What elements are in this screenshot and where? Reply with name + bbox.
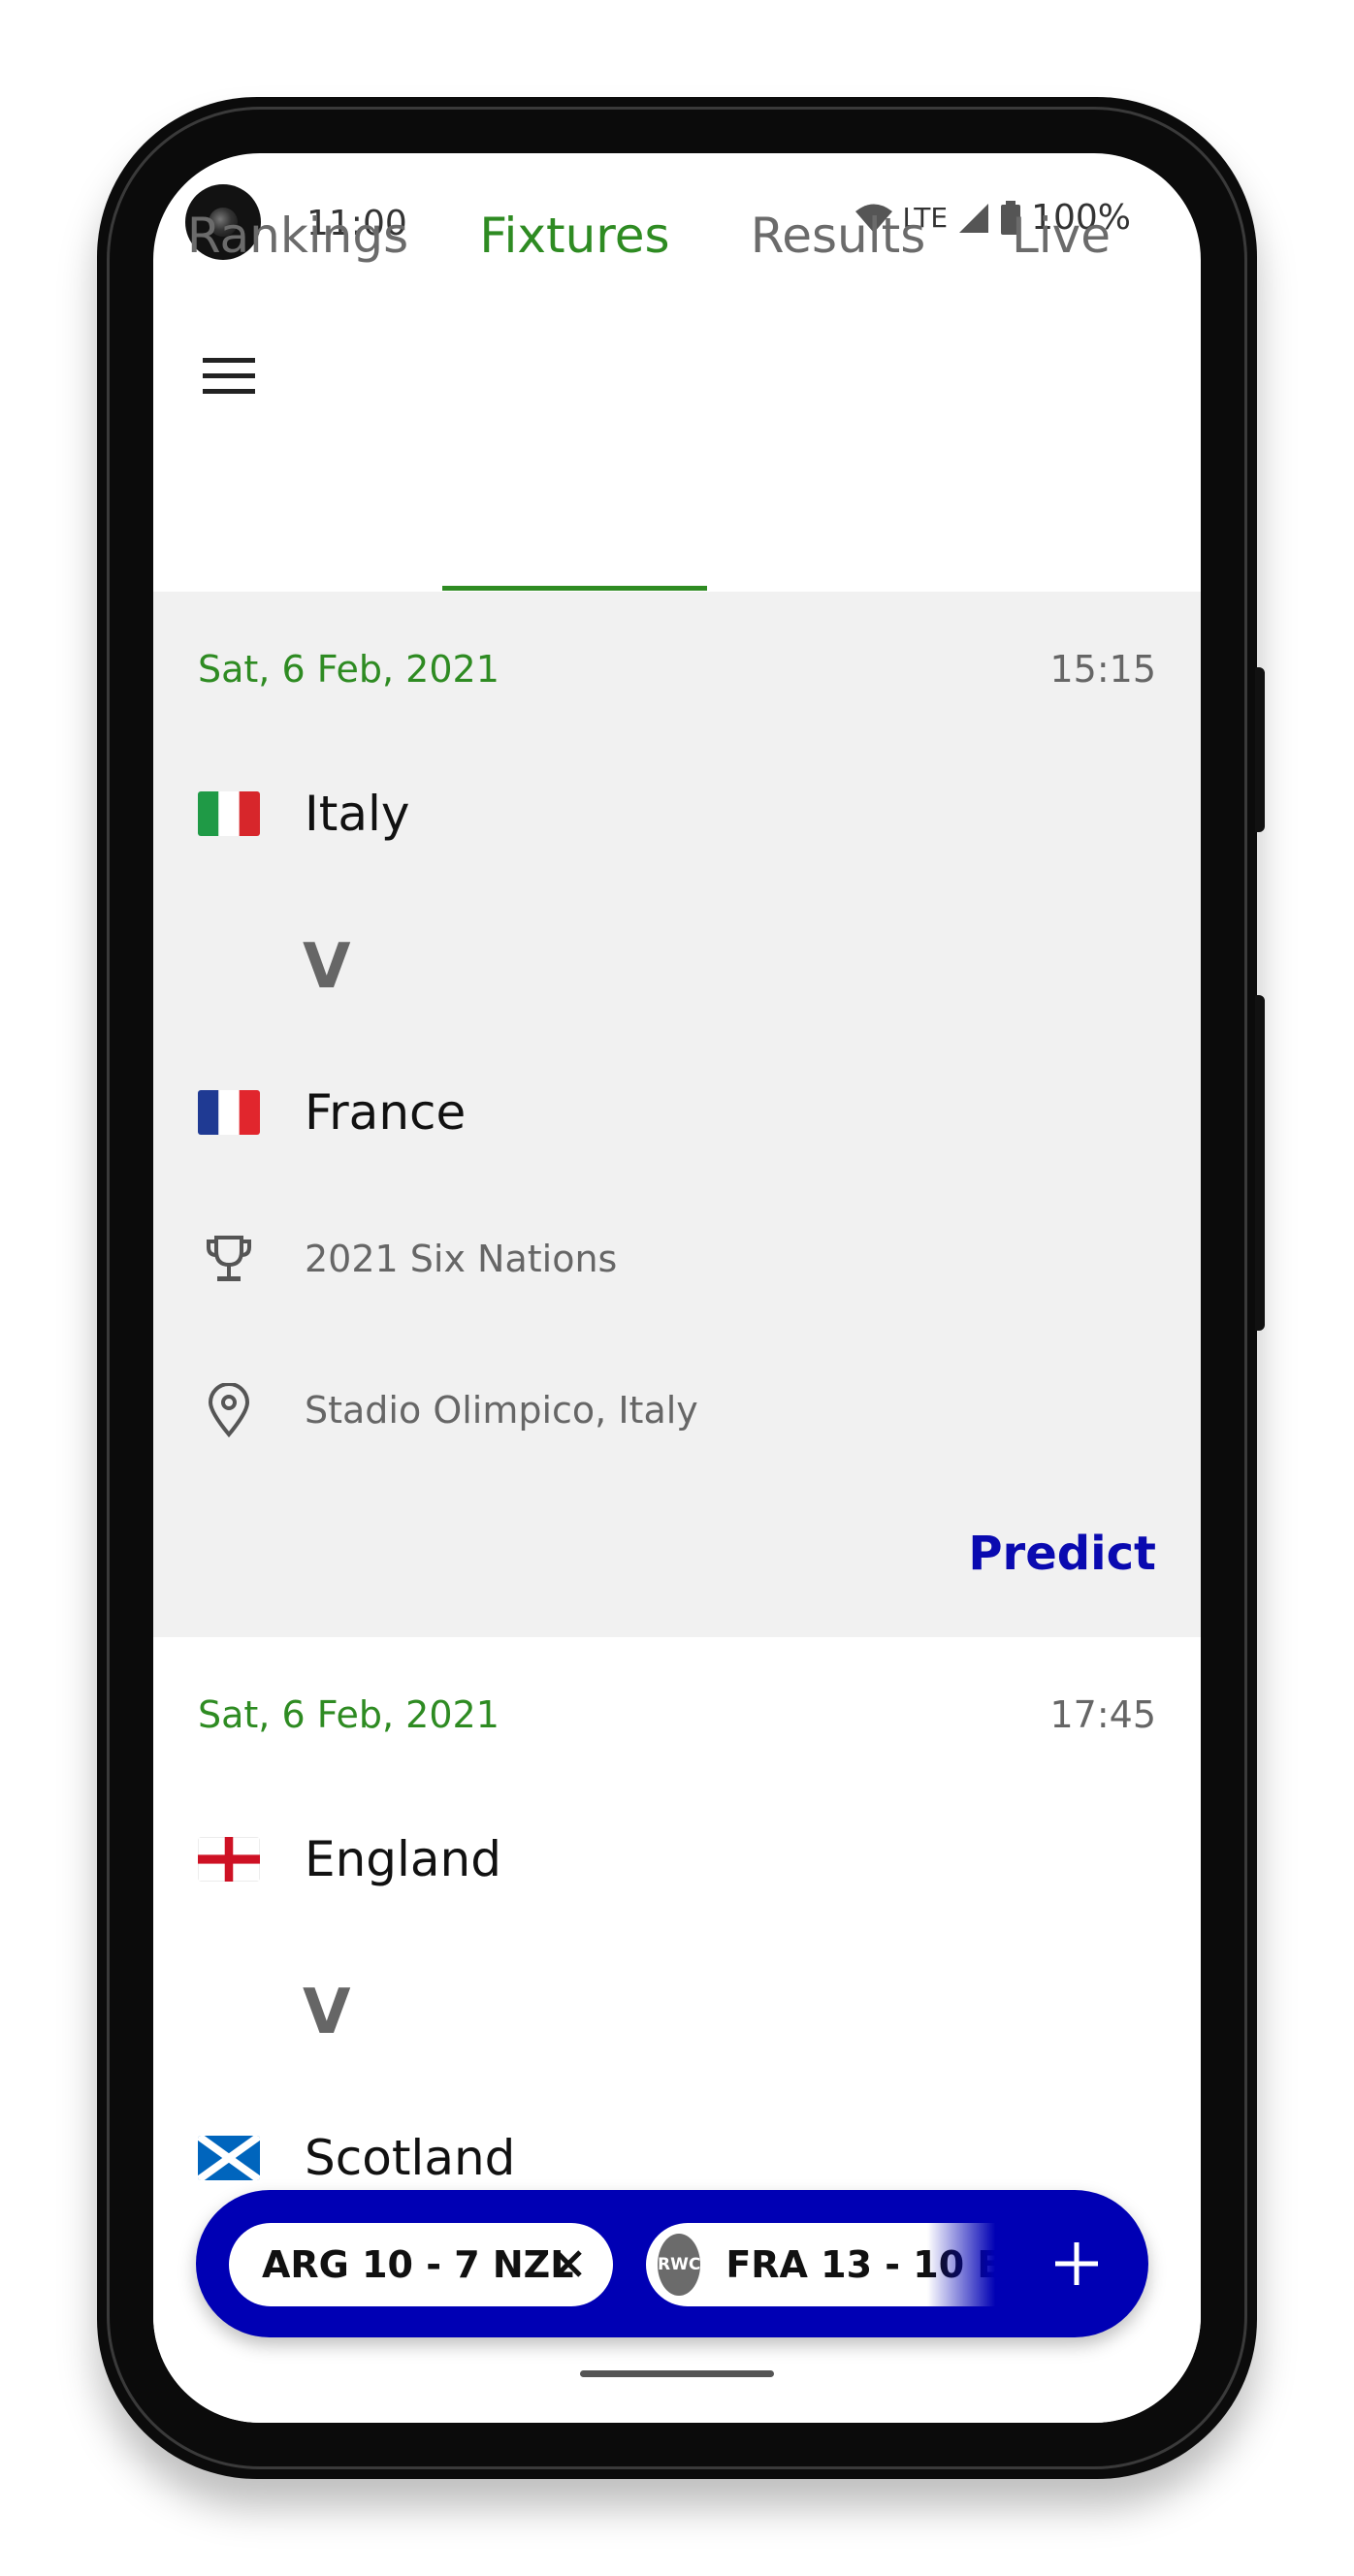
trophy-icon [198, 1228, 260, 1290]
venue-name: Stadio Olimpico, Italy [305, 1389, 698, 1432]
active-tab-indicator [442, 586, 707, 591]
italy-flag-icon [198, 791, 260, 836]
home-team-name: England [305, 1831, 501, 1887]
tab-results[interactable]: Results [707, 153, 969, 318]
away-team-row: Scotland [198, 2130, 515, 2186]
fixture-date: Sat, 6 Feb, 2021 [198, 1693, 500, 1736]
fixture-date: Sat, 6 Feb, 2021 [198, 648, 500, 691]
live-match-chip[interactable]: ARG 10 - 7 NZL [229, 2223, 613, 2306]
away-team-row: France [198, 1084, 466, 1141]
fixture-time: 17:45 [1049, 1693, 1156, 1736]
tab-live[interactable]: Live [969, 153, 1153, 318]
competition-row: 2021 Six Nations [198, 1228, 617, 1290]
tab-rankings[interactable]: Rankings [153, 153, 442, 318]
venue-row: Stadio Olimpico, Italy [198, 1379, 698, 1441]
live-match-score: FRA 13 - 10 EN [725, 2243, 995, 2286]
live-match-score: ARG 10 - 7 NZL [262, 2243, 574, 2286]
power-button [1255, 667, 1265, 832]
app-screen: 11:00 LTE 100% Rankings Fixtures Results… [153, 153, 1201, 2423]
away-team-name: Scotland [305, 2130, 516, 2186]
live-scores-bar: ARG 10 - 7 NZL RWC FRA 13 - 10 EN [196, 2190, 1148, 2337]
away-team-name: France [305, 1084, 467, 1141]
volume-button [1255, 995, 1265, 1331]
home-team-name: Italy [305, 786, 410, 842]
scotland-flag-icon [198, 2136, 260, 2180]
home-team-row: England [198, 1831, 501, 1887]
hamburger-menu-icon [203, 358, 255, 394]
competition-name: 2021 Six Nations [305, 1238, 618, 1280]
versus-label: V [303, 1977, 351, 2048]
hamburger-menu-button[interactable] [200, 347, 258, 405]
france-flag-icon [198, 1090, 260, 1135]
home-team-row: Italy [198, 786, 409, 842]
fixture-time: 15:15 [1049, 648, 1156, 691]
home-indicator[interactable] [580, 2370, 774, 2377]
live-match-chip[interactable]: RWC FRA 13 - 10 EN [646, 2223, 995, 2306]
tab-fixtures[interactable]: Fixtures [442, 153, 707, 318]
england-flag-icon [198, 1837, 260, 1882]
location-pin-icon [198, 1379, 260, 1441]
close-icon[interactable] [549, 2244, 588, 2283]
versus-label: V [303, 931, 351, 1003]
predict-button[interactable]: Predict [968, 1527, 1156, 1581]
plus-icon[interactable] [1048, 2235, 1106, 2293]
rwc-badge: RWC [658, 2234, 701, 2296]
fixture-card[interactable]: Sat, 6 Feb, 2021 15:15 Italy V France 20… [153, 592, 1201, 1637]
